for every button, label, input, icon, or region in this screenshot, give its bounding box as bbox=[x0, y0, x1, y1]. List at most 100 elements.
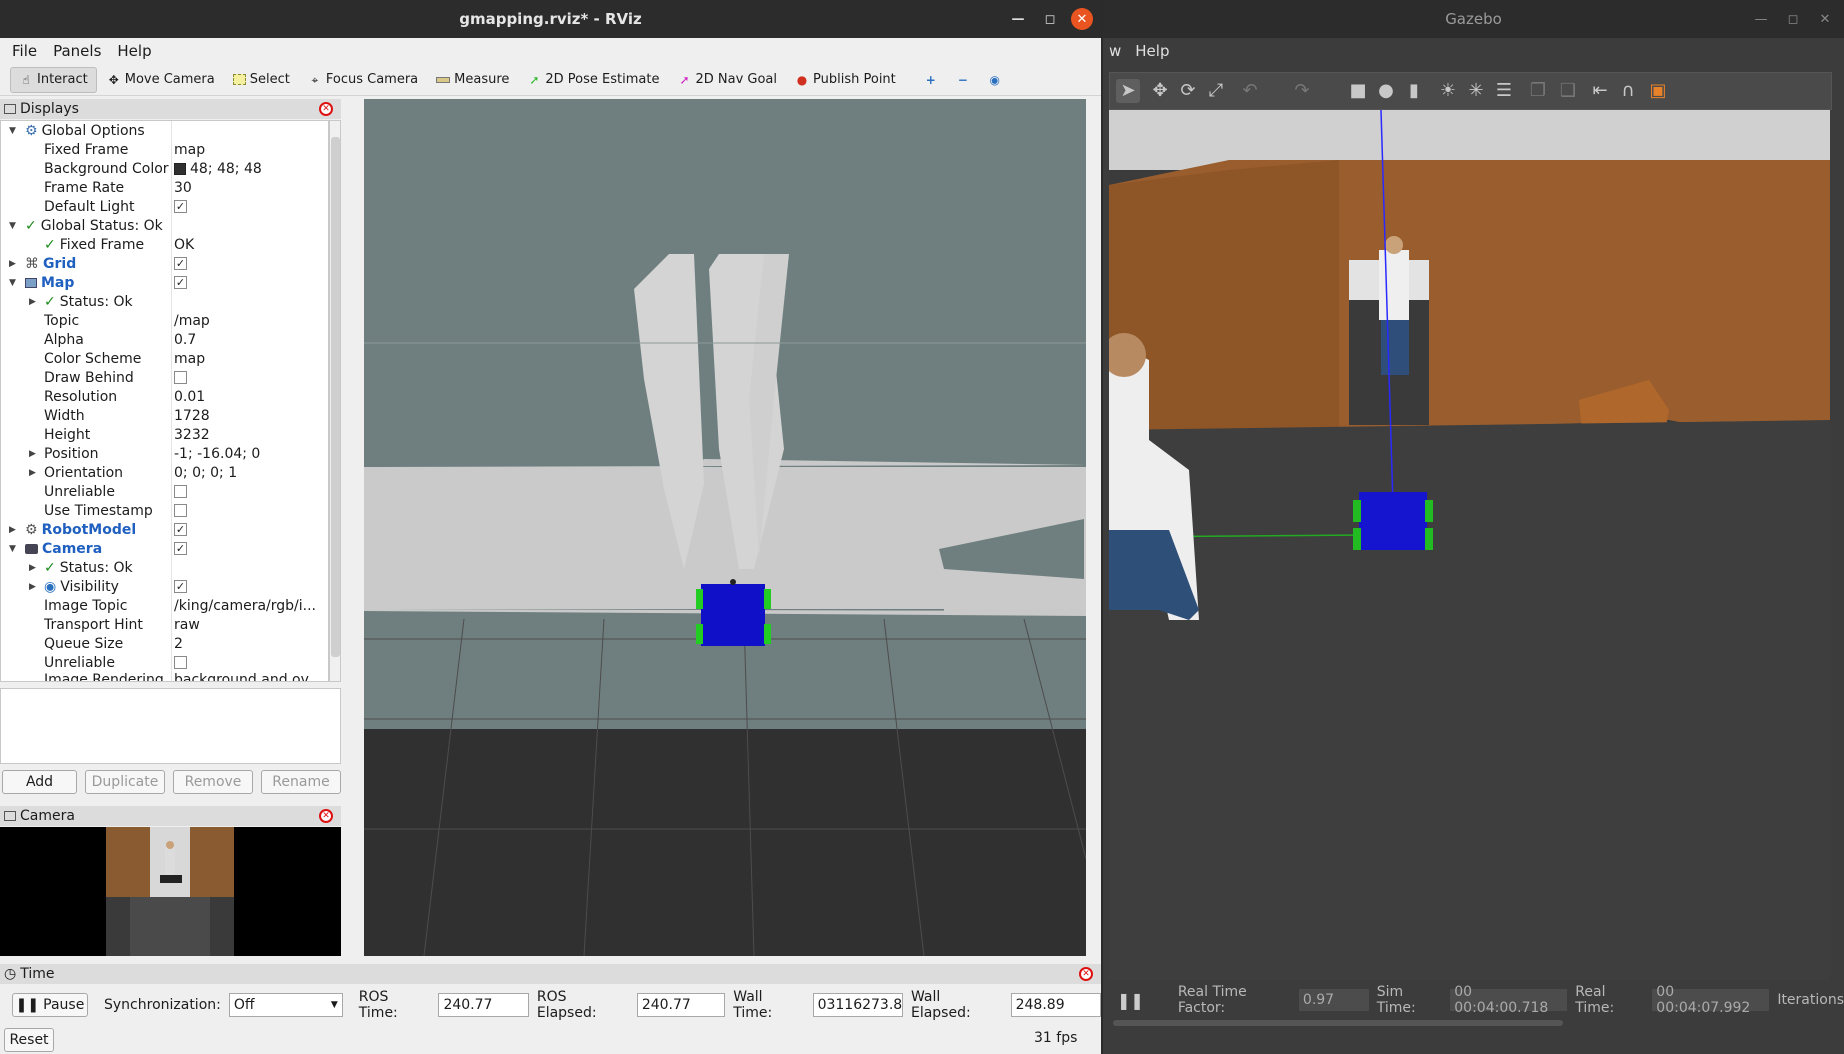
tree-row-fixed-frame[interactable]: Fixed Frame map bbox=[1, 140, 328, 159]
close-icon[interactable]: ✕ bbox=[1071, 8, 1093, 30]
menu-help[interactable]: Help bbox=[111, 42, 157, 60]
default-light-checkbox[interactable]: ✓ bbox=[174, 200, 187, 213]
add-tool-button[interactable]: + bbox=[916, 67, 946, 93]
ros-elapsed-field[interactable]: 240.77 bbox=[636, 993, 726, 1017]
tree-row-map[interactable]: ▼ Map ✓ bbox=[1, 273, 328, 292]
camera-checkbox[interactable]: ✓ bbox=[174, 542, 187, 555]
expand-right-icon[interactable]: ▶ bbox=[29, 468, 36, 478]
nav-goal-tool[interactable]: ➚ 2D Nav Goal bbox=[669, 67, 785, 93]
close-time-icon[interactable]: ✕ bbox=[1079, 967, 1093, 981]
interact-tool[interactable]: ☝ Interact bbox=[10, 66, 97, 93]
measure-tool[interactable]: Measure bbox=[428, 67, 517, 93]
expand-down-icon[interactable]: ▼ bbox=[9, 221, 16, 231]
tree-row-default-light[interactable]: Default Light ✓ bbox=[1, 197, 328, 216]
gazebo-hscrollbar[interactable] bbox=[1113, 1020, 1563, 1026]
wall-time-field[interactable]: 03116273.80 bbox=[812, 993, 903, 1017]
tree-row-use-timestamp[interactable]: Use Timestamp bbox=[1, 501, 328, 520]
redo-icon[interactable]: ↷ bbox=[1290, 79, 1314, 103]
directional-light-icon[interactable]: ☰ bbox=[1492, 79, 1516, 103]
map-checkbox[interactable]: ✓ bbox=[174, 276, 187, 289]
tree-row-position[interactable]: ▶ Position -1; -16.04; 0 bbox=[1, 444, 328, 463]
view-tool-button[interactable]: ◉ bbox=[980, 67, 1010, 93]
tree-row-global-status[interactable]: ▼ ✓ Global Status: Ok bbox=[1, 216, 328, 235]
gazebo-3d-scene[interactable] bbox=[1109, 110, 1830, 980]
select-tool[interactable]: Select bbox=[225, 67, 298, 93]
tree-row-queue-size[interactable]: Queue Size 2 bbox=[1, 634, 328, 653]
tree-row-alpha[interactable]: Alpha 0.7 bbox=[1, 330, 328, 349]
tree-row-height[interactable]: Height 3232 bbox=[1, 425, 328, 444]
expand-right-icon[interactable]: ▶ bbox=[9, 259, 16, 269]
tree-row-camera-unreliable[interactable]: Unreliable bbox=[1, 653, 328, 672]
tree-row-fixed-frame-status[interactable]: ✓ Fixed Frame OK bbox=[1, 235, 328, 254]
move-camera-tool[interactable]: ✥ Move Camera bbox=[99, 67, 223, 93]
expand-right-icon[interactable]: ▶ bbox=[29, 297, 36, 307]
tree-scrollbar[interactable] bbox=[329, 120, 341, 682]
camera-unreliable-checkbox[interactable] bbox=[174, 656, 187, 669]
tree-row-draw-behind[interactable]: Draw Behind bbox=[1, 368, 328, 387]
snap-icon[interactable]: ∩ bbox=[1616, 79, 1640, 103]
visibility-checkbox[interactable]: ✓ bbox=[174, 580, 187, 593]
menu-window-partial[interactable]: w bbox=[1103, 42, 1127, 60]
tree-value[interactable]: map bbox=[174, 142, 324, 158]
undo-icon[interactable]: ↶ bbox=[1238, 79, 1262, 103]
tree-value[interactable]: 0.7 bbox=[174, 332, 324, 348]
use-timestamp-checkbox[interactable] bbox=[174, 504, 187, 517]
tree-row-map-status[interactable]: ▶ ✓ Status: Ok bbox=[1, 292, 328, 311]
expand-right-icon[interactable]: ▶ bbox=[29, 449, 36, 459]
tree-value[interactable]: 30 bbox=[174, 180, 324, 196]
tree-row-image-topic[interactable]: Image Topic /king/camera/rgb/i... bbox=[1, 596, 328, 615]
tree-row-transport-hint[interactable]: Transport Hint raw bbox=[1, 615, 328, 634]
remove-button[interactable]: Remove bbox=[173, 770, 253, 794]
grid-checkbox[interactable]: ✓ bbox=[174, 257, 187, 270]
tree-row-topic[interactable]: Topic /map bbox=[1, 311, 328, 330]
tree-value[interactable]: map bbox=[174, 351, 324, 367]
expand-right-icon[interactable]: ▶ bbox=[29, 582, 36, 592]
close-camera-icon[interactable]: ✕ bbox=[319, 809, 333, 823]
maximize-icon[interactable]: ◻ bbox=[1782, 8, 1804, 30]
publish-point-tool[interactable]: ● Publish Point bbox=[787, 67, 904, 93]
pause-button[interactable]: ❚❚ Pause bbox=[12, 993, 88, 1017]
sphere-shape-icon[interactable]: ● bbox=[1374, 79, 1398, 103]
menu-panels[interactable]: Panels bbox=[47, 42, 107, 60]
tree-row-frame-rate[interactable]: Frame Rate 30 bbox=[1, 178, 328, 197]
minimize-icon[interactable]: — bbox=[1750, 8, 1772, 30]
rviz-3d-viewport[interactable] bbox=[364, 99, 1086, 956]
expand-right-icon[interactable]: ▶ bbox=[29, 563, 36, 573]
tree-row-background-color[interactable]: Background Color 48; 48; 48 bbox=[1, 159, 328, 178]
ros-time-field[interactable]: 240.77 bbox=[438, 993, 529, 1017]
minimize-icon[interactable]: — bbox=[1007, 8, 1029, 30]
draw-behind-checkbox[interactable] bbox=[174, 371, 187, 384]
duplicate-button[interactable]: Duplicate bbox=[85, 770, 165, 794]
tree-row-camera[interactable]: ▼ Camera ✓ bbox=[1, 539, 328, 558]
tree-value[interactable]: background and ov... bbox=[174, 672, 324, 681]
tree-row-global-options[interactable]: ▼ ⚙ Global Options bbox=[1, 121, 328, 140]
tree-value[interactable]: 2 bbox=[174, 636, 324, 652]
color-swatch[interactable] bbox=[174, 162, 186, 175]
tree-row-camera-status[interactable]: ▶ ✓ Status: Ok bbox=[1, 558, 328, 577]
box-shape-icon[interactable]: ■ bbox=[1346, 79, 1370, 103]
close-icon[interactable]: ✕ bbox=[1814, 8, 1836, 30]
copy-icon[interactable]: ❐ bbox=[1526, 79, 1550, 103]
wall-elapsed-field[interactable]: 248.89 bbox=[1010, 993, 1102, 1017]
cylinder-shape-icon[interactable]: ▮ bbox=[1402, 79, 1426, 103]
menu-help[interactable]: Help bbox=[1127, 42, 1177, 60]
tree-row-visibility[interactable]: ▶ ◉ Visibility ✓ bbox=[1, 577, 328, 596]
align-icon[interactable]: ⇤ bbox=[1588, 79, 1612, 103]
expand-down-icon[interactable]: ▼ bbox=[9, 126, 16, 136]
rename-button[interactable]: Rename bbox=[261, 770, 341, 794]
sync-select[interactable]: Off ▼ bbox=[228, 993, 343, 1017]
pause-icon[interactable]: ❚❚ bbox=[1117, 991, 1144, 1010]
tree-value[interactable]: raw bbox=[174, 617, 324, 633]
expand-down-icon[interactable]: ▼ bbox=[9, 278, 16, 288]
reset-button[interactable]: Reset bbox=[4, 1028, 54, 1052]
tree-value[interactable]: /map bbox=[174, 313, 324, 329]
tree-row-color-scheme[interactable]: Color Scheme map bbox=[1, 349, 328, 368]
translate-icon[interactable]: ✥ bbox=[1148, 79, 1172, 103]
tree-row-orientation[interactable]: ▶ Orientation 0; 0; 0; 1 bbox=[1, 463, 328, 482]
tree-row-image-rendering[interactable]: Image Rendering background and ov... bbox=[1, 672, 328, 681]
select-arrow-icon[interactable]: ➤ bbox=[1116, 79, 1140, 103]
scrollbar-thumb[interactable] bbox=[331, 137, 340, 657]
expand-down-icon[interactable]: ▼ bbox=[9, 544, 16, 554]
tree-value[interactable]: /king/camera/rgb/i... bbox=[174, 598, 324, 614]
change-view-icon[interactable]: ▣ bbox=[1646, 79, 1670, 103]
